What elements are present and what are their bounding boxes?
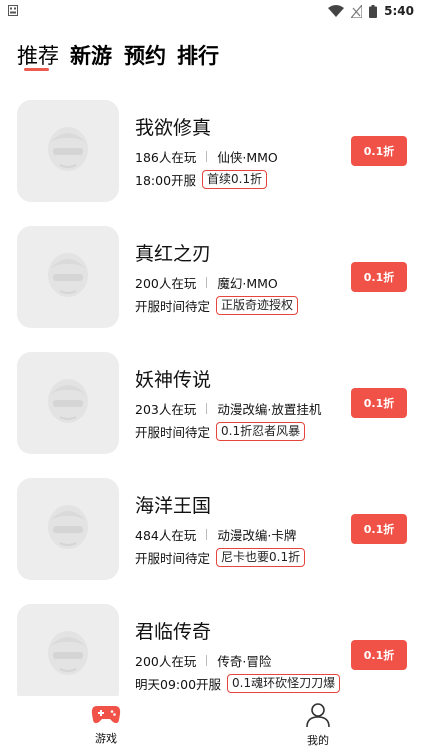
- promo-tag: 正版奇迹授权: [216, 296, 299, 315]
- game-name: 海洋王国: [135, 495, 212, 517]
- players-count: 200人在玩: [135, 276, 197, 291]
- game-thumbnail-placeholder: [17, 352, 119, 454]
- nav-me[interactable]: 我的: [288, 702, 348, 748]
- game-genre: 魔幻·MMO: [217, 276, 278, 291]
- divider: [206, 403, 208, 414]
- avatar-placeholder-icon: [48, 631, 88, 675]
- game-genre: 传奇·冒险: [217, 654, 272, 669]
- tab-reservations[interactable]: 预约: [124, 40, 166, 70]
- signal-icon: [351, 4, 363, 18]
- list-item[interactable]: 真红之刃 200人在玩 魔幻·MMO 开服时间待定 正版奇迹授权 0.1折: [0, 226, 424, 330]
- list-item[interactable]: 我欲修真 186人在玩 仙侠·MMO 18:00开服 首续0.1折 0.1折: [0, 100, 424, 204]
- game-thumbnail-placeholder: [17, 100, 119, 202]
- status-time: 5:40: [384, 4, 414, 18]
- avatar-placeholder-icon: [48, 379, 88, 423]
- discount-button[interactable]: 0.1折: [351, 388, 407, 418]
- game-thumbnail-placeholder: [17, 226, 119, 328]
- game-name: 君临传奇: [135, 621, 212, 643]
- players-count: 484人在玩: [135, 528, 197, 543]
- game-meta: 203人在玩 动漫改编·放置挂机: [135, 399, 321, 418]
- divider: [206, 277, 208, 288]
- discount-button[interactable]: 0.1折: [351, 136, 407, 166]
- game-name: 妖神传说: [135, 369, 212, 391]
- promo-tag: 尼卡也要0.1折: [216, 548, 306, 567]
- game-server-info: 开服时间待定 0.1折忍者风暴: [135, 422, 306, 441]
- players-count: 203人在玩: [135, 402, 197, 417]
- nav-me-label: 我的: [307, 734, 329, 747]
- list-item[interactable]: 君临传奇 200人在玩 传奇·冒险 明天09:00开服 0.1魂环砍怪刀刀爆 0…: [0, 604, 424, 708]
- wifi-icon: [328, 4, 345, 17]
- divider: [206, 655, 208, 666]
- nav-games-label: 游戏: [95, 732, 117, 745]
- divider: [206, 529, 208, 540]
- server-time: 开服时间待定: [135, 299, 211, 314]
- divider: [206, 151, 208, 162]
- avatar-placeholder-icon: [48, 127, 88, 171]
- status-bar: 5:40: [0, 0, 424, 22]
- avatar-placeholder-icon: [48, 253, 88, 297]
- list-item[interactable]: 海洋王国 484人在玩 动漫改编·卡牌 开服时间待定 尼卡也要0.1折 0.1折: [0, 478, 424, 582]
- game-meta: 186人在玩 仙侠·MMO: [135, 147, 278, 166]
- server-time: 开服时间待定: [135, 551, 211, 566]
- server-time: 开服时间待定: [135, 425, 211, 440]
- game-genre: 动漫改编·放置挂机: [217, 402, 322, 417]
- gamepad-icon: [91, 706, 121, 724]
- game-server-info: 明天09:00开服 0.1魂环砍怪刀刀爆: [135, 674, 341, 693]
- avatar-placeholder-icon: [48, 505, 88, 549]
- tab-rankings[interactable]: 排行: [177, 40, 219, 70]
- promo-tag: 首续0.1折: [202, 170, 268, 189]
- game-meta: 200人在玩 传奇·冒险: [135, 651, 271, 670]
- game-name: 真红之刃: [135, 243, 212, 265]
- game-server-info: 开服时间待定 尼卡也要0.1折: [135, 548, 306, 567]
- players-count: 200人在玩: [135, 654, 197, 669]
- notification-icon: [8, 5, 18, 16]
- server-time: 18:00开服: [135, 173, 197, 188]
- game-meta: 200人在玩 魔幻·MMO: [135, 273, 278, 292]
- tab-new-games[interactable]: 新游: [70, 40, 112, 70]
- game-server-info: 开服时间待定 正版奇迹授权: [135, 296, 299, 315]
- discount-button[interactable]: 0.1折: [351, 514, 407, 544]
- active-tab-indicator: [24, 68, 49, 71]
- game-thumbnail-placeholder: [17, 478, 119, 580]
- game-name: 我欲修真: [135, 117, 212, 139]
- server-time: 明天09:00开服: [135, 677, 222, 692]
- game-meta: 484人在玩 动漫改编·卡牌: [135, 525, 296, 544]
- bottom-navigation: 游戏 我的: [0, 696, 424, 754]
- discount-button[interactable]: 0.1折: [351, 640, 407, 670]
- discount-button[interactable]: 0.1折: [351, 262, 407, 292]
- game-genre: 仙侠·MMO: [217, 150, 278, 165]
- promo-tag: 0.1魂环砍怪刀刀爆: [227, 674, 341, 693]
- nav-games[interactable]: 游戏: [76, 702, 136, 746]
- user-icon: [306, 703, 330, 728]
- game-thumbnail-placeholder: [17, 604, 119, 706]
- game-genre: 动漫改编·卡牌: [217, 528, 297, 543]
- promo-tag: 0.1折忍者风暴: [216, 422, 306, 441]
- list-item[interactable]: 妖神传说 203人在玩 动漫改编·放置挂机 开服时间待定 0.1折忍者风暴 0.…: [0, 352, 424, 456]
- players-count: 186人在玩: [135, 150, 197, 165]
- game-server-info: 18:00开服 首续0.1折: [135, 170, 268, 189]
- battery-icon: [369, 4, 378, 18]
- tab-recommended[interactable]: 推荐: [17, 40, 59, 70]
